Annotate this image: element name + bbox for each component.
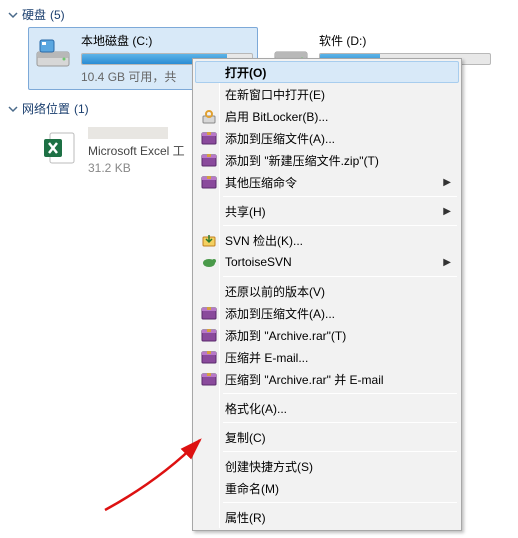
menu-item-compress-rar-email[interactable]: 压缩到 "Archive.rar" 并 E-mail [195, 368, 459, 390]
menu-item-compress-email[interactable]: 压缩并 E-mail... [195, 346, 459, 368]
bitlocker-icon [201, 108, 217, 124]
winrar-icon [201, 152, 217, 168]
menu-item-label: 复制(C) [225, 429, 266, 446]
menu-item-add-rar[interactable]: 添加到 "Archive.rar"(T) [195, 324, 459, 346]
winrar-icon [201, 327, 217, 343]
collapse-arrow-icon [8, 10, 18, 20]
menu-item-open-new-window[interactable]: 在新窗口中打开(E) [195, 83, 459, 105]
menu-item-label: 格式化(A)... [225, 400, 287, 417]
excel-file-icon [40, 127, 80, 167]
tortoise-icon [201, 254, 217, 270]
svn-checkout-icon [201, 232, 217, 248]
winrar-icon [201, 371, 217, 387]
menu-item-label: 压缩并 E-mail... [225, 349, 308, 366]
menu-item-label: 重命名(M) [225, 480, 279, 497]
menu-item-copy[interactable]: 复制(C) [195, 426, 459, 448]
drives-section-header[interactable]: 硬盘 (5) [8, 4, 510, 25]
menu-item-tortoisesvn[interactable]: TortoiseSVN ▶ [195, 251, 459, 273]
menu-item-properties[interactable]: 属性(R) [195, 506, 459, 528]
menu-item-label: 添加到压缩文件(A)... [225, 130, 335, 147]
winrar-icon [201, 130, 217, 146]
menu-item-label: 添加到 "新建压缩文件.zip"(T) [225, 152, 379, 169]
menu-item-prev-versions[interactable]: 还原以前的版本(V) [195, 280, 459, 302]
menu-item-label: 共享(H) [225, 203, 266, 220]
menu-item-label: SVN 检出(K)... [225, 232, 303, 249]
menu-item-share[interactable]: 共享(H) ▶ [195, 200, 459, 222]
winrar-icon [201, 305, 217, 321]
file-size: 31.2 KB [88, 161, 185, 175]
drive-c-name: 本地磁盘 (C:) [81, 32, 253, 49]
menu-item-label: 添加到压缩文件(A)... [225, 305, 335, 322]
menu-item-label: TortoiseSVN [225, 255, 292, 269]
menu-item-shortcut[interactable]: 创建快捷方式(S) [195, 455, 459, 477]
winrar-icon [201, 349, 217, 365]
menu-item-label: 添加到 "Archive.rar"(T) [225, 327, 346, 344]
menu-item-label: 还原以前的版本(V) [225, 283, 325, 300]
menu-separator [223, 225, 457, 226]
menu-separator [223, 196, 457, 197]
menu-separator [223, 502, 457, 503]
file-type-label: Microsoft Excel 工 [88, 142, 185, 159]
drives-header-label: 硬盘 [22, 6, 46, 23]
submenu-arrow-icon: ▶ [443, 257, 451, 268]
menu-item-label: 启用 BitLocker(B)... [225, 108, 328, 125]
menu-item-svn-checkout[interactable]: SVN 检出(K)... [195, 229, 459, 251]
drives-count: (5) [50, 8, 65, 22]
menu-item-label: 其他压缩命令 [225, 174, 297, 191]
menu-item-add-zip[interactable]: 添加到 "新建压缩文件.zip"(T) [195, 149, 459, 171]
collapse-arrow-icon [8, 104, 18, 114]
menu-item-add-compress2[interactable]: 添加到压缩文件(A)... [195, 302, 459, 324]
menu-item-bitlocker[interactable]: 启用 BitLocker(B)... [195, 105, 459, 127]
netloc-header-label: 网络位置 [22, 100, 70, 117]
hard-drive-icon [33, 32, 73, 72]
submenu-arrow-icon: ▶ [443, 206, 451, 217]
menu-separator [223, 451, 457, 452]
netloc-count: (1) [74, 102, 89, 116]
submenu-arrow-icon: ▶ [443, 177, 451, 188]
redacted-filename [88, 127, 168, 139]
menu-item-add-compress[interactable]: 添加到压缩文件(A)... [195, 127, 459, 149]
menu-item-label: 打开(O) [225, 64, 266, 81]
menu-separator [223, 422, 457, 423]
menu-item-label: 创建快捷方式(S) [225, 458, 313, 475]
menu-item-label: 压缩到 "Archive.rar" 并 E-mail [225, 371, 384, 388]
menu-item-label: 在新窗口中打开(E) [225, 86, 325, 103]
menu-item-format[interactable]: 格式化(A)... [195, 397, 459, 419]
menu-item-rename[interactable]: 重命名(M) [195, 477, 459, 499]
menu-separator [223, 393, 457, 394]
menu-item-open[interactable]: 打开(O) [195, 61, 459, 83]
menu-item-label: 属性(R) [225, 509, 266, 526]
drive-d-name: 软件 (D:) [319, 32, 491, 49]
winrar-icon [201, 174, 217, 190]
context-menu: 打开(O) 在新窗口中打开(E) 启用 BitLocker(B)... 添加到压缩文件… [192, 58, 462, 531]
menu-separator [223, 276, 457, 277]
menu-item-other-compress[interactable]: 其他压缩命令 ▶ [195, 171, 459, 193]
